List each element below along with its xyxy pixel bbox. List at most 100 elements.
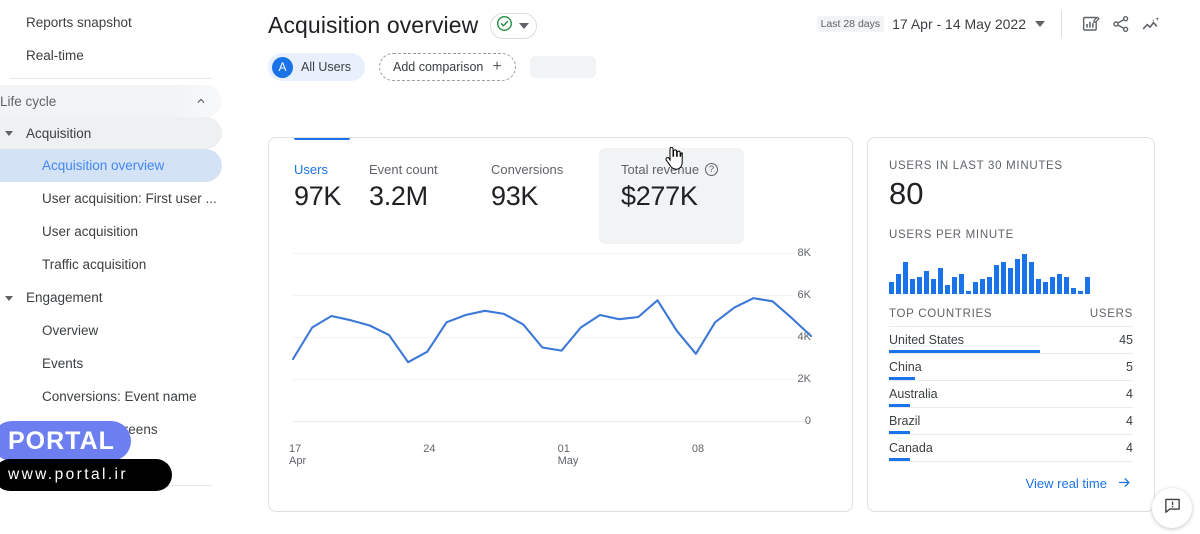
arrow-right-icon xyxy=(1116,475,1133,493)
sidebar-section-label: Life cycle xyxy=(0,94,56,109)
metric-label-row: Users xyxy=(294,162,364,177)
country-users: 4 xyxy=(1126,387,1133,401)
loading-skeleton xyxy=(530,56,596,78)
sidebar-item-label: Traffic acquisition xyxy=(42,257,146,272)
country-users: 45 xyxy=(1119,333,1133,347)
sidebar-group-engagement[interactable]: Engagement xyxy=(0,281,222,314)
table-row[interactable]: United States45 xyxy=(889,327,1133,354)
metric-label-row: Total revenue? xyxy=(621,162,744,177)
chart-line-series xyxy=(269,243,853,508)
realtime-users-value: 80 xyxy=(889,177,1133,212)
realtime-card: USERS IN LAST 30 MINUTES 80 USERS PER MI… xyxy=(867,137,1155,512)
report-status-pill[interactable] xyxy=(490,13,537,39)
column-header-country: TOP COUNTRIES xyxy=(889,308,992,320)
sparkline-bar xyxy=(1001,262,1006,293)
sparkline-bar xyxy=(1008,268,1013,294)
add-comparison-button[interactable]: Add comparison + xyxy=(379,53,516,81)
sidebar-item-label: Events xyxy=(42,356,83,371)
metric-value: $277K xyxy=(621,181,744,212)
sidebar-item-events[interactable]: Events xyxy=(0,347,222,380)
sparkline-bar xyxy=(917,277,922,294)
sparkline-bar xyxy=(973,282,978,293)
sidebar-item-real-time[interactable]: Real-time xyxy=(0,39,222,72)
sidebar-section-life-cycle[interactable]: Life cycle xyxy=(0,85,222,117)
sparkline-bar xyxy=(1057,274,1062,294)
metric-card-users[interactable]: Users 97K xyxy=(294,148,364,244)
feedback-button[interactable] xyxy=(1152,488,1192,528)
insights-icon[interactable] xyxy=(1136,9,1166,39)
header-divider xyxy=(1061,11,1062,37)
x-tick-day: 17 xyxy=(289,443,301,455)
share-icon[interactable] xyxy=(1106,9,1136,39)
main-content: Acquisition overview A All Users xyxy=(222,0,1200,534)
sidebar-item-label: Acquisition overview xyxy=(42,158,164,173)
sidebar-item-user-acquisition-first-user[interactable]: User acquisition: First user ... xyxy=(0,182,222,215)
edit-report-icon[interactable] xyxy=(1076,9,1106,39)
sidebar-group-label: Acquisition xyxy=(26,126,91,141)
caret-down-icon xyxy=(5,296,13,301)
help-icon[interactable]: ? xyxy=(705,163,718,176)
metric-label: Event count xyxy=(369,162,438,177)
sidebar-item-user-acquisition[interactable]: User acquisition xyxy=(0,215,222,248)
sidebar-item-label: User acquisition: First user ... xyxy=(42,191,217,206)
top-countries-header: TOP COUNTRIES USERS xyxy=(889,294,1133,327)
sidebar-top-group: Reports snapshot Real-time xyxy=(0,0,222,72)
chip-label: All Users xyxy=(301,60,351,74)
sidebar-item-engagement-overview[interactable]: Overview xyxy=(0,314,222,347)
sidebar-item-conversions-event-name[interactable]: Conversions: Event name xyxy=(0,380,222,413)
sidebar-item-reports-snapshot[interactable]: Reports snapshot xyxy=(0,6,222,39)
date-range-picker[interactable]: 17 Apr - 14 May 2022 xyxy=(892,16,1045,32)
sparkline-bar xyxy=(994,265,999,294)
metric-value: 3.2M xyxy=(369,181,484,212)
sparkline-bar xyxy=(903,262,908,293)
table-row[interactable]: China5 xyxy=(889,354,1133,381)
users-per-minute-sparkline xyxy=(889,252,1133,294)
metric-label-row: Conversions xyxy=(491,162,591,177)
green-check-circle-icon xyxy=(496,15,513,37)
metrics-row: Users97KEvent count3.2MConversions93KTot… xyxy=(269,148,853,244)
sparkline-bar xyxy=(896,274,901,294)
metric-card-total-revenue[interactable]: Total revenue? $277K xyxy=(599,148,744,244)
table-row[interactable]: Brazil 4 xyxy=(889,408,1133,435)
view-real-time-link[interactable]: View real time xyxy=(889,462,1133,493)
top-countries-list: United States45China5Australia4Brazil4Ca… xyxy=(889,327,1133,462)
sidebar-group-acquisition[interactable]: Acquisition xyxy=(0,117,222,149)
country-users: 4 xyxy=(1126,441,1133,455)
users-per-minute-caption: USERS PER MINUTE xyxy=(889,229,1133,241)
sparkline-bar xyxy=(924,271,929,294)
sparkline-bar xyxy=(1071,288,1076,294)
table-row[interactable]: Australia4 xyxy=(889,381,1133,408)
country-bar xyxy=(889,377,915,380)
sparkline-bar xyxy=(1036,279,1041,293)
x-tick-month: May xyxy=(558,455,579,467)
sparkline-bar xyxy=(1043,282,1048,293)
active-tab-indicator xyxy=(294,137,350,140)
watermark-url-text: www.portal.ir xyxy=(8,466,128,484)
x-tick-day: 01 xyxy=(558,443,570,455)
sidebar-item-label: Reports snapshot xyxy=(26,15,132,30)
chevron-down-icon xyxy=(519,23,529,29)
country-users: 4 xyxy=(1126,414,1133,428)
comparison-chips-row: A All Users Add comparison + xyxy=(268,53,596,81)
country-name: Brazil xyxy=(889,414,920,428)
sidebar-item-label: Real-time xyxy=(26,48,84,63)
sparkline-bar xyxy=(980,279,985,293)
sparkline-bar xyxy=(1029,262,1034,293)
metric-card-event-count[interactable]: Event count 3.2M xyxy=(369,148,484,244)
overview-chart-card: Users97KEvent count3.2MConversions93KTot… xyxy=(268,137,853,512)
realtime-users-caption: USERS IN LAST 30 MINUTES xyxy=(889,160,1133,172)
chip-all-users[interactable]: A All Users xyxy=(268,53,365,81)
country-name: China xyxy=(889,360,922,374)
users-line-chart[interactable]: 02K4K6K8K 17Apr2401May08 xyxy=(269,243,853,508)
header-actions: Last 28 days 17 Apr - 14 May 2022 xyxy=(817,9,1166,39)
sidebar-item-acquisition-overview[interactable]: Acquisition overview xyxy=(0,149,222,182)
sparkline-bar xyxy=(1015,259,1020,293)
metric-value: 97K xyxy=(294,181,364,212)
watermark-brand-text: PORTAL xyxy=(8,427,115,456)
avatar: A xyxy=(272,57,293,78)
plus-icon: + xyxy=(492,59,501,75)
table-row[interactable]: Canada4 xyxy=(889,435,1133,462)
sidebar-item-traffic-acquisition[interactable]: Traffic acquisition xyxy=(0,248,222,281)
metric-card-conversions[interactable]: Conversions93K xyxy=(491,148,591,244)
metric-label: Conversions xyxy=(491,162,563,177)
